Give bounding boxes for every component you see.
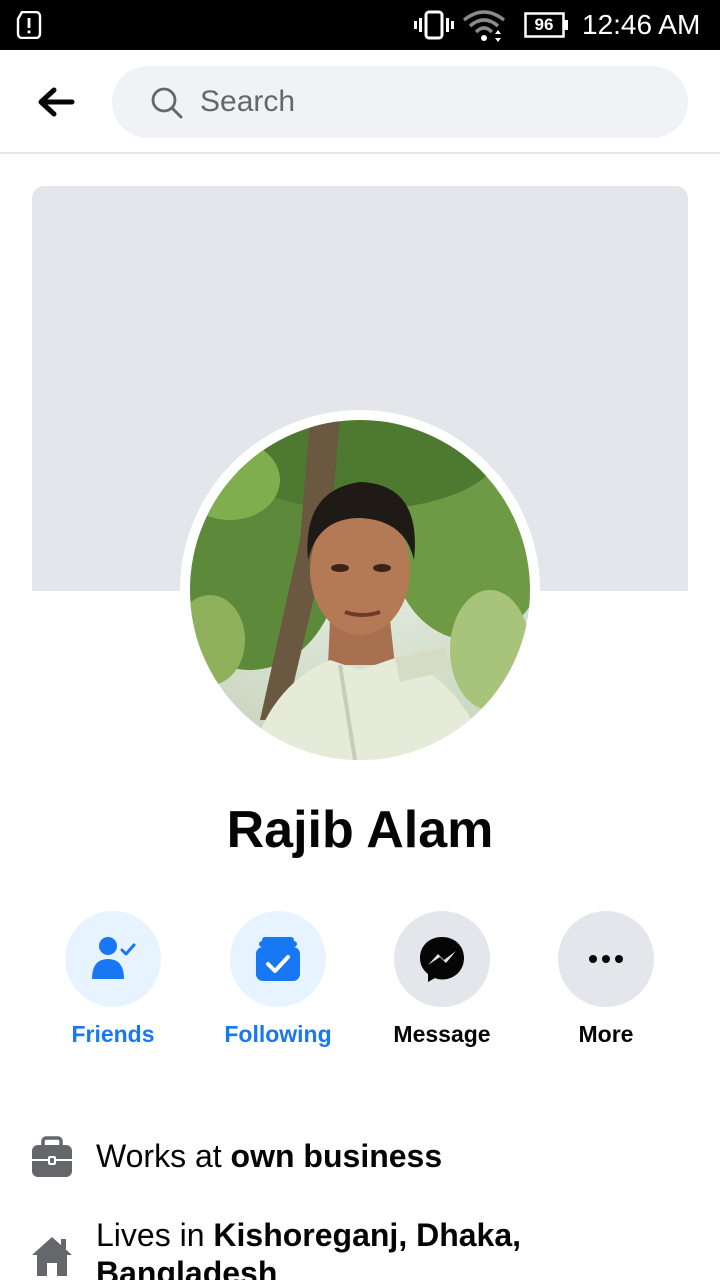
lives-prefix: Lives in <box>96 1217 214 1253</box>
alert-icon <box>16 11 42 39</box>
battery-level: 96 <box>534 15 554 34</box>
more-icon-circle <box>558 911 654 1007</box>
friends-check-icon <box>92 937 136 979</box>
battery-icon: 96 <box>524 12 570 38</box>
wifi-icon <box>462 10 506 42</box>
search-bar[interactable] <box>112 66 688 138</box>
work-prefix: Works at <box>96 1138 231 1174</box>
friends-button[interactable]: Friends <box>31 911 195 1061</box>
briefcase-icon <box>32 1136 72 1177</box>
avatar-frame <box>180 410 540 770</box>
following-check-icon <box>256 937 300 981</box>
friends-label: Friends <box>71 1021 155 1047</box>
lives-info: Lives in Kishoreganj, Dhaka, Bangladesh <box>30 1212 690 1280</box>
search-icon <box>151 87 183 119</box>
search-input[interactable] <box>200 80 660 124</box>
message-label: Message <box>393 1021 491 1047</box>
lives-text: Lives in Kishoreganj, Dhaka, Bangladesh <box>96 1216 616 1280</box>
work-place-link[interactable]: own business <box>231 1138 443 1174</box>
more-dots-icon <box>589 955 623 963</box>
friends-icon-circle <box>65 911 161 1007</box>
messenger-icon <box>420 937 464 982</box>
status-bar: 96 12:46 AM <box>0 0 720 50</box>
following-label: Following <box>224 1021 332 1047</box>
clock: 12:46 AM <box>582 9 701 40</box>
following-icon-circle <box>230 911 326 1007</box>
message-button[interactable]: Message <box>360 911 524 1061</box>
profile-photo[interactable] <box>190 420 530 760</box>
work-info: Works at own business <box>30 1133 690 1183</box>
following-button[interactable]: Following <box>196 911 360 1061</box>
more-label: More <box>578 1021 634 1047</box>
profile-page: 96 12:46 AM Search Rajib Alam Friends Fo… <box>0 0 720 1280</box>
back-arrow-icon[interactable] <box>34 86 78 118</box>
more-button[interactable]: More <box>524 911 688 1061</box>
message-icon-circle <box>394 911 490 1007</box>
vibrate-icon <box>414 10 454 40</box>
work-text: Works at own business <box>96 1137 442 1175</box>
profile-name: Rajib Alam <box>226 801 494 859</box>
home-icon <box>32 1237 72 1276</box>
top-bar <box>0 50 720 154</box>
